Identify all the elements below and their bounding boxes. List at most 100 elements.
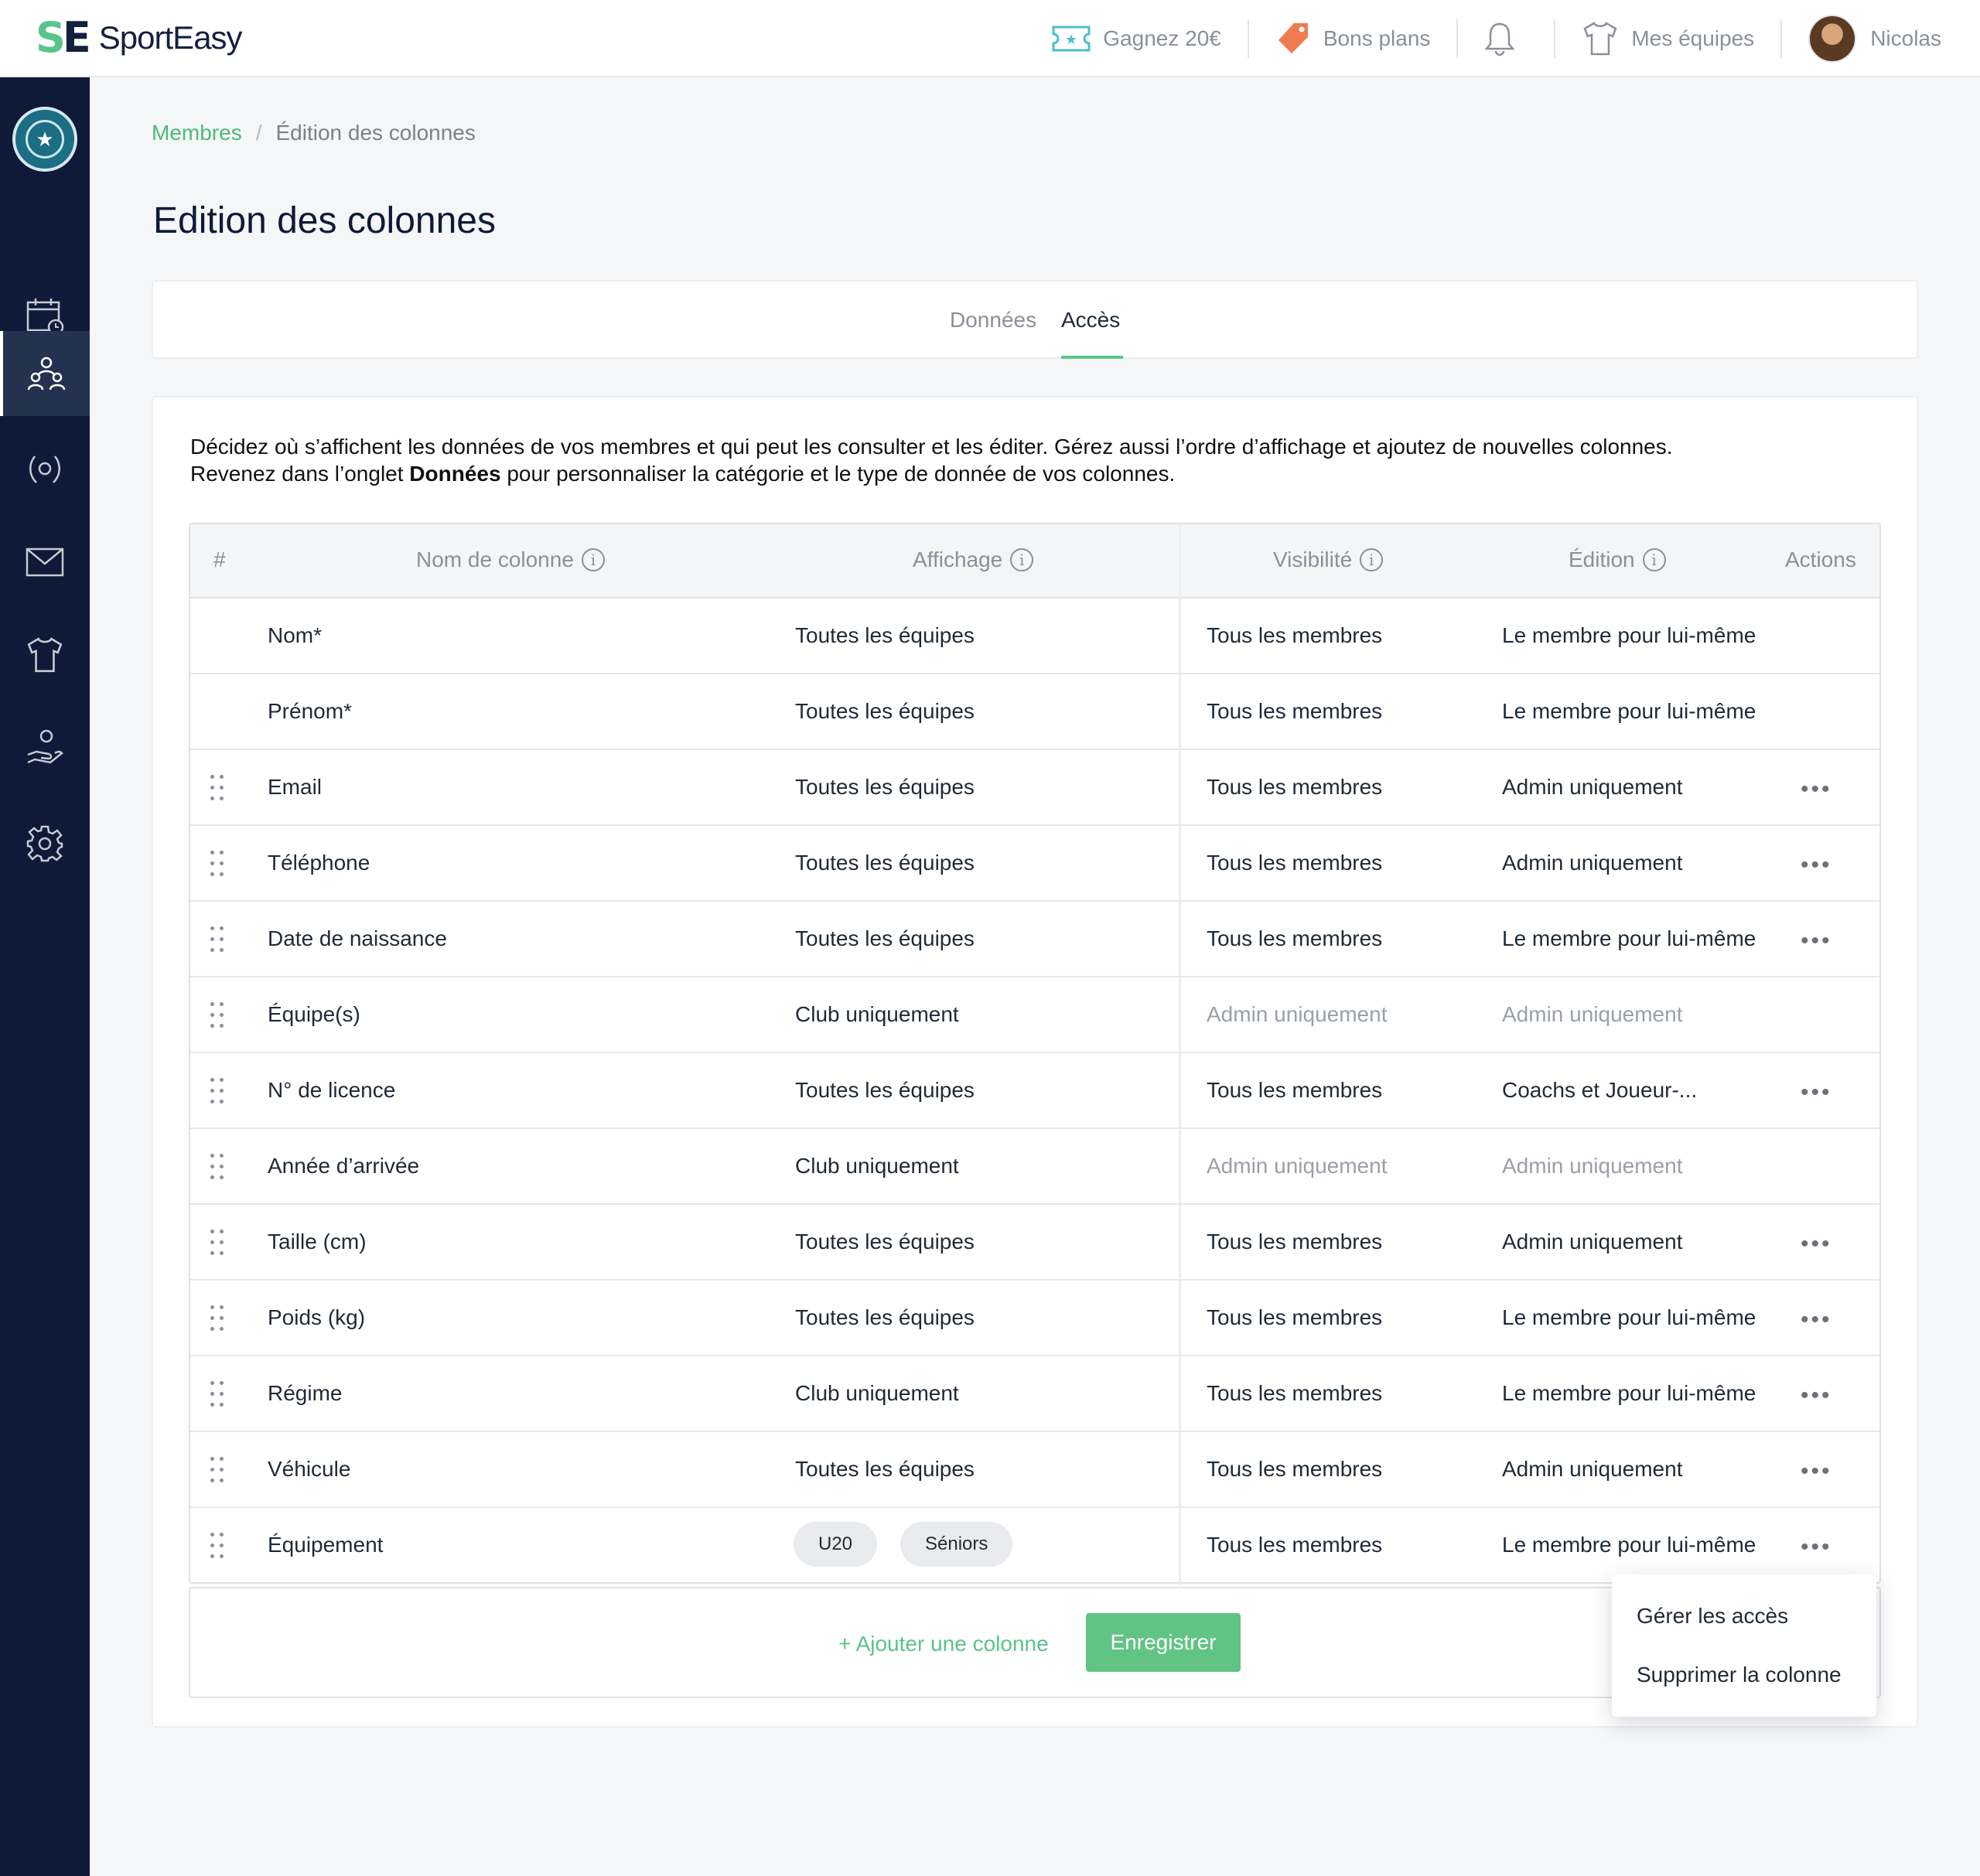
save-button[interactable]: Enregistrer xyxy=(1086,1613,1241,1672)
logo-mark: SE xyxy=(36,13,91,62)
column-name-cell: N° de licence xyxy=(268,1078,396,1102)
avatar xyxy=(1808,15,1857,63)
drag-handle-icon[interactable] xyxy=(210,1381,226,1409)
edit-cell: Le membre pour lui-même xyxy=(1502,623,1756,647)
club-logo[interactable]: ★ xyxy=(12,107,77,172)
header-visibility-label: Visibilité xyxy=(1273,547,1353,571)
header-visibility: Visibilité i xyxy=(1273,547,1384,572)
tag-icon xyxy=(1278,23,1308,53)
more-actions-icon[interactable]: ••• xyxy=(1801,1231,1832,1257)
column-name-cell: Email xyxy=(268,775,323,799)
drag-handle-icon[interactable] xyxy=(210,775,226,803)
info-icon[interactable]: i xyxy=(581,548,605,571)
user-menu[interactable]: Nicolas xyxy=(1782,0,1941,77)
display-cell: Toutes les équipes xyxy=(795,851,975,875)
sidebar-item-teams[interactable] xyxy=(0,612,90,698)
user-name: Nicolas xyxy=(1870,26,1941,50)
members-icon xyxy=(27,356,66,391)
tab-donnees[interactable]: Données xyxy=(950,308,1036,333)
visibility-cell: Tous les membres xyxy=(1207,699,1383,723)
edit-cell: Admin uniquement xyxy=(1502,1002,1683,1026)
more-actions-icon[interactable]: ••• xyxy=(1801,928,1832,954)
delete-column-option[interactable]: Supprimer la colonne xyxy=(1637,1663,1842,1687)
sporteasy-logo[interactable]: SE SportEasy xyxy=(36,13,243,62)
drag-handle-icon[interactable] xyxy=(210,851,226,878)
column-name-cell: Taille (cm) xyxy=(268,1230,367,1254)
drag-handle-icon[interactable] xyxy=(210,926,226,954)
column-name-cell: Année d’arrivée xyxy=(268,1154,420,1178)
drag-handle-icon[interactable] xyxy=(210,1305,226,1333)
visibility-cell: Tous les membres xyxy=(1207,1305,1383,1329)
visibility-cell: Tous les membres xyxy=(1207,1533,1383,1557)
sidebar-item-settings[interactable] xyxy=(0,801,90,886)
table-row: Année d’arrivée Club uniquement Admin uniq… xyxy=(190,1129,1879,1205)
star-icon: ★ xyxy=(26,120,64,159)
sidebar-item-members[interactable] xyxy=(0,331,90,416)
info-icon[interactable]: i xyxy=(1010,548,1034,571)
visibility-cell: Tous les membres xyxy=(1207,1230,1383,1254)
more-actions-icon[interactable]: ••• xyxy=(1801,1307,1832,1333)
gift-label: Gagnez 20€ xyxy=(1103,26,1221,50)
display-cell: Toutes les équipes xyxy=(795,623,975,647)
drag-handle-icon[interactable] xyxy=(210,1230,226,1257)
notifications-button[interactable] xyxy=(1458,0,1554,77)
drag-handle-icon[interactable] xyxy=(210,1457,226,1485)
gift-link[interactable]: ★ Gagnez 20€ xyxy=(1026,0,1248,77)
ticket-icon: ★ xyxy=(1052,26,1091,52)
drag-handle-icon[interactable] xyxy=(210,1154,226,1182)
edit-cell: Le membre pour lui-même xyxy=(1502,699,1756,723)
more-actions-icon[interactable]: ••• xyxy=(1801,1080,1832,1106)
tab-acces[interactable]: Accès xyxy=(1061,308,1120,333)
drag-handle-icon[interactable] xyxy=(210,1078,226,1106)
edit-cell: Le membre pour lui-même xyxy=(1502,1305,1756,1329)
drag-handle-icon[interactable] xyxy=(210,1002,226,1030)
edit-cell: Le membre pour lui-même xyxy=(1502,926,1756,950)
table-row: Prénom* Toutes les équipes Tous les membre… xyxy=(190,674,1879,750)
table-row: Poids (kg) Toutes les équipes Tous les mem… xyxy=(190,1281,1879,1356)
more-actions-icon[interactable]: ••• xyxy=(1801,1383,1832,1409)
info-icon[interactable]: i xyxy=(1360,548,1384,571)
drag-handle-icon[interactable] xyxy=(210,1533,226,1560)
tabs-bar: Données Accès xyxy=(152,280,1918,359)
more-actions-icon[interactable]: ••• xyxy=(1801,776,1832,803)
column-name-cell: Équipe(s) xyxy=(268,1002,360,1026)
display-cell: Club uniquement xyxy=(795,1154,959,1178)
add-column-button[interactable]: + Ajouter une colonne xyxy=(838,1632,1049,1656)
deals-link[interactable]: Bons plans xyxy=(1249,0,1457,77)
table-row: Date de naissance Toutes les équipes Tous … xyxy=(190,902,1879,977)
description-bold: Données xyxy=(409,462,501,486)
edit-cell: Le membre pour lui-même xyxy=(1502,1533,1756,1557)
header-actions: Actions xyxy=(1785,547,1856,571)
visibility-cell: Tous les membres xyxy=(1207,1078,1383,1102)
column-name-cell: Date de naissance xyxy=(268,926,447,950)
column-name-cell: Nom* xyxy=(268,623,323,647)
edit-cell: Coachs et Joueur-... xyxy=(1502,1078,1698,1102)
top-bar: SE SportEasy ★ Gagnez 20€ Bons plans Mes… xyxy=(0,0,1980,77)
edit-cell: Le membre pour lui-même xyxy=(1502,1381,1756,1405)
calendar-icon xyxy=(26,298,64,336)
active-tab-indicator xyxy=(1061,356,1123,359)
info-icon[interactable]: i xyxy=(1642,548,1666,571)
sidebar-item-messages[interactable] xyxy=(0,520,90,605)
my-teams-label: Mes équipes xyxy=(1631,26,1755,50)
header-edit: Édition i xyxy=(1569,547,1666,572)
manage-access-option[interactable]: Gérer les accès xyxy=(1637,1604,1788,1629)
sidebar-item-club[interactable] xyxy=(0,427,90,512)
header-display-label: Affichage xyxy=(913,547,1003,571)
description: Décidez où s’affichent les données de vo… xyxy=(190,433,1673,487)
table-row: Équipe(s) Club uniquement Admin uniquement… xyxy=(190,977,1879,1053)
more-actions-icon[interactable]: ••• xyxy=(1801,1458,1832,1485)
sidebar-item-sponsors[interactable] xyxy=(0,705,90,790)
more-actions-icon[interactable]: ••• xyxy=(1801,852,1832,878)
display-cell: Club uniquement xyxy=(795,1002,959,1026)
my-teams-link[interactable]: Mes équipes xyxy=(1555,0,1780,77)
table-header: # Nom de colonne i Affichage i Visibilité i… xyxy=(190,524,1879,599)
breadcrumb-members-link[interactable]: Membres xyxy=(152,121,242,145)
more-actions-icon[interactable]: ••• xyxy=(1801,1534,1832,1560)
visibility-cell: Tous les membres xyxy=(1207,1457,1383,1481)
mail-icon xyxy=(26,547,64,577)
table-row: N° de licence Toutes les équipes Tous les … xyxy=(190,1053,1879,1129)
table-row: Téléphone Toutes les équipes Tous les memb… xyxy=(190,826,1879,902)
bell-icon xyxy=(1484,22,1516,56)
team-chip: U20 xyxy=(794,1522,878,1567)
